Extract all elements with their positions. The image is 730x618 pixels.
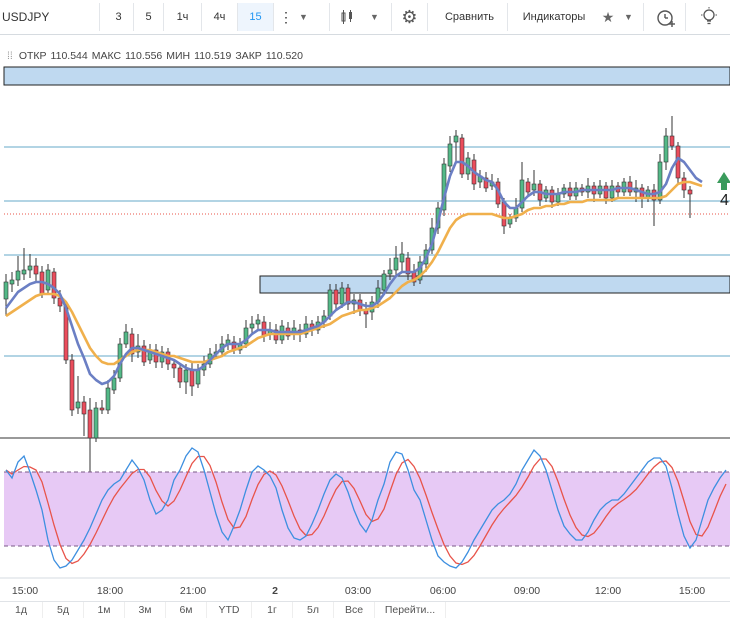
range-5y[interactable]: 5л xyxy=(293,602,334,618)
range-bar: 1д 5д 1м 3м 6м YTD 1г 5л Все Перейти... xyxy=(0,601,730,618)
candle-body-75 xyxy=(453,135,459,143)
range-1y[interactable]: 1г xyxy=(252,602,293,618)
candle-body-1 xyxy=(9,279,15,285)
candle-body-7 xyxy=(45,269,51,291)
time-label-5: 06:00 xyxy=(430,585,456,597)
candle-body-83 xyxy=(501,201,507,227)
candle-body-18 xyxy=(111,377,117,391)
candle-body-31 xyxy=(189,369,195,387)
candle-body-2 xyxy=(15,270,21,281)
candle-body-42 xyxy=(255,319,261,325)
candle-body-110 xyxy=(663,135,669,163)
time-label-1: 18:00 xyxy=(97,585,123,597)
buy-arrow-icon xyxy=(717,172,730,190)
resistance-zone xyxy=(3,66,730,86)
candle-body-15 xyxy=(93,407,99,439)
candle-body-113 xyxy=(681,177,687,191)
range-1m[interactable]: 1м xyxy=(84,602,125,618)
oscillator-band xyxy=(4,472,730,546)
candle-body-12 xyxy=(75,401,81,409)
candle-body-101 xyxy=(609,185,615,199)
ma-slow-line xyxy=(5,180,703,366)
candle-body-13 xyxy=(81,401,87,415)
candle-body-100 xyxy=(603,185,609,199)
range-1d[interactable]: 1д xyxy=(0,602,43,618)
ma-fast-line xyxy=(4,156,703,386)
candle-body-109 xyxy=(657,161,663,201)
candle-body-16 xyxy=(99,407,105,411)
time-label-0: 15:00 xyxy=(12,585,38,597)
candle-body-32 xyxy=(195,369,201,385)
candle-body-14 xyxy=(87,409,93,439)
candle-body-56 xyxy=(339,287,345,305)
candle-body-4 xyxy=(27,265,33,271)
candle-body-3 xyxy=(21,269,27,275)
time-label-4: 03:00 xyxy=(345,585,371,597)
candle-body-63 xyxy=(381,273,387,291)
candle-body-111 xyxy=(669,135,675,147)
range-3m[interactable]: 3м xyxy=(125,602,166,618)
candle-body-65 xyxy=(393,257,399,271)
marker-label: 4 xyxy=(720,192,729,209)
candle-body-76 xyxy=(459,137,465,175)
candle-body-91 xyxy=(549,189,555,203)
candle-body-0 xyxy=(3,281,9,300)
candle-body-74 xyxy=(447,143,453,167)
time-label-8: 15:00 xyxy=(679,585,705,597)
candle-body-30 xyxy=(183,369,189,383)
time-label-6: 09:00 xyxy=(514,585,540,597)
range-all[interactable]: Все xyxy=(334,602,375,618)
candle-body-28 xyxy=(171,363,177,369)
goto-date-button[interactable]: Перейти... xyxy=(375,602,446,618)
time-label-2: 21:00 xyxy=(180,585,206,597)
candle-body-114 xyxy=(687,189,693,195)
time-label-3: 2 xyxy=(272,585,278,597)
range-6m[interactable]: 6м xyxy=(166,602,207,618)
candle-body-54 xyxy=(327,289,333,317)
candle-body-87 xyxy=(525,181,531,193)
candle-body-17 xyxy=(105,387,111,411)
candle-body-66 xyxy=(399,253,405,263)
candle-body-55 xyxy=(333,289,339,305)
candle-body-41 xyxy=(249,323,255,329)
price-chart[interactable]: 4 15:00 18:00 21:00 2 03:00 06:00 09:00 12:00 15:… xyxy=(0,0,730,600)
time-label-7: 12:00 xyxy=(595,585,621,597)
candle-body-64 xyxy=(387,269,393,275)
candle-body-20 xyxy=(123,331,129,345)
candle-body-29 xyxy=(177,367,183,383)
range-ytd[interactable]: YTD xyxy=(207,602,252,618)
candle-body-11 xyxy=(69,359,75,411)
candle-body-88 xyxy=(531,183,537,191)
range-5d[interactable]: 5д xyxy=(43,602,84,618)
candle-body-5 xyxy=(33,265,39,275)
